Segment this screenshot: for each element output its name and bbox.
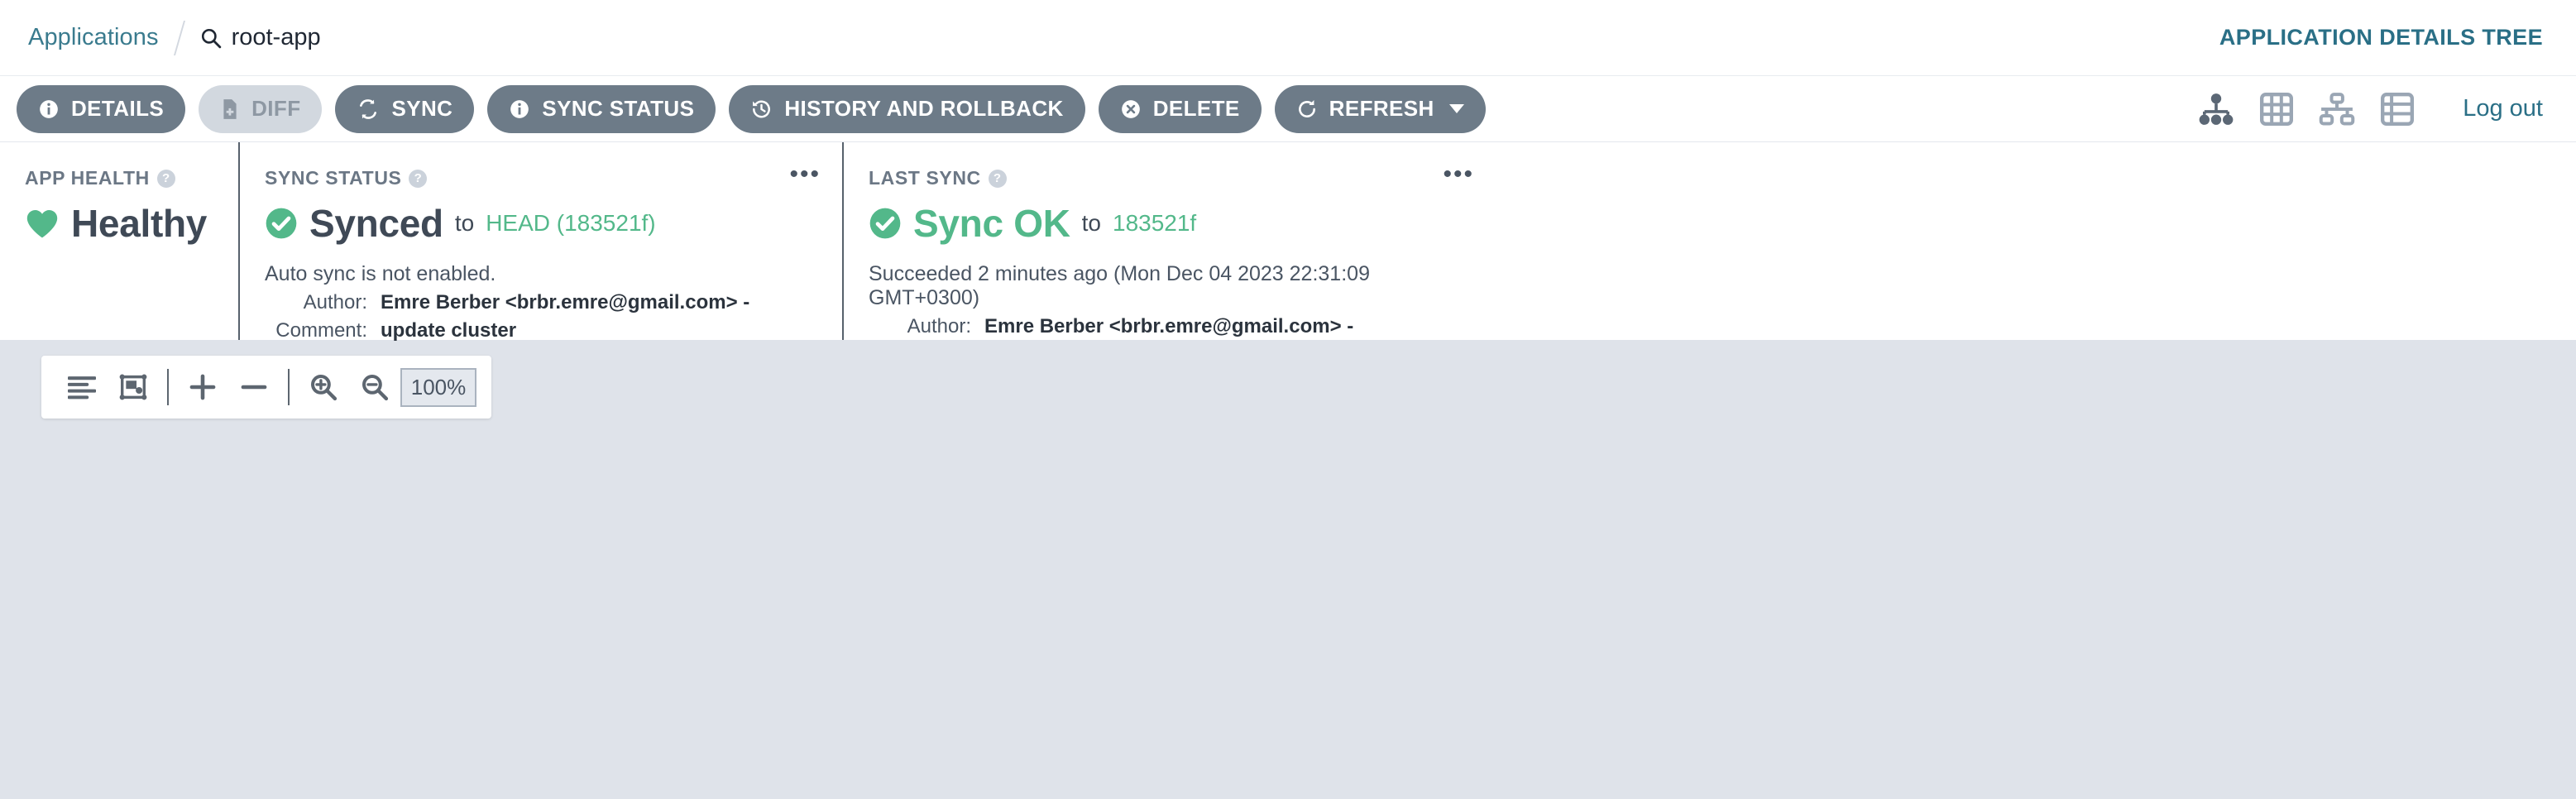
sync-status-button[interactable]: SYNC STATUS xyxy=(487,84,716,133)
last-sync-menu-button[interactable]: ••• xyxy=(1443,162,1474,187)
last-sync-note: Succeeded 2 minutes ago (Mon Dec 04 2023… xyxy=(869,262,1370,309)
history-icon xyxy=(753,100,771,117)
breadcrumb-applications-link[interactable]: Applications xyxy=(28,24,159,51)
sync-button[interactable]: SYNC xyxy=(335,84,475,133)
details-button[interactable]: DETAILS xyxy=(17,84,186,133)
last-sync-title: LAST SYNC ? xyxy=(869,167,1471,189)
filter-lines-icon[interactable] xyxy=(56,361,108,413)
sync-status-author-value: Emre Berber <brbr.emre@gmail.com> - xyxy=(381,291,750,313)
grid-icon[interactable] xyxy=(2259,92,2294,126)
last-sync-title-label: LAST SYNC xyxy=(869,167,981,189)
sync-status-author-row: Author: Emre Berber <brbr.emre@gmail.com… xyxy=(265,291,817,314)
toolbar-divider xyxy=(288,369,290,405)
sync-status-value: Synced xyxy=(309,202,443,245)
history-and-rollback-button[interactable]: HISTORY AND ROLLBACK xyxy=(729,84,1085,133)
refresh-button-label: REFRESH xyxy=(1329,96,1434,121)
app-health-value-row: Healthy xyxy=(25,201,213,246)
sync-status-comment-value: update cluster xyxy=(381,319,517,342)
sync-status-menu-button[interactable]: ••• xyxy=(789,162,821,187)
fit-to-screen-icon[interactable] xyxy=(108,361,159,413)
last-sync-author-value: Emre Berber <brbr.emre@gmail.com> - xyxy=(984,315,1354,337)
view-mode-switcher: Log out xyxy=(2198,92,2543,126)
diff-button[interactable]: DIFF xyxy=(199,84,323,133)
heart-icon xyxy=(26,210,58,238)
sync-status-title-label: SYNC STATUS xyxy=(265,167,402,189)
last-sync-panel: LAST SYNC ? ••• Sync OK to 183521f Succe… xyxy=(842,142,1496,366)
breadcrumb-current-label: root-app xyxy=(231,24,321,50)
sync-status-note: Auto sync is not enabled. xyxy=(265,262,496,285)
sync-status-to-label: to xyxy=(454,210,475,236)
last-sync-to-label: to xyxy=(1081,210,1101,236)
zoom-level-input[interactable] xyxy=(400,367,476,407)
app-health-panel: APP HEALTH ? Healthy xyxy=(0,142,238,340)
help-icon[interactable]: ? xyxy=(156,169,175,188)
app-health-title-label: APP HEALTH xyxy=(25,167,150,189)
sync-status-title: SYNC STATUS ? xyxy=(265,167,817,189)
delete-button-label: DELETE xyxy=(1152,96,1240,121)
zoom-in-plus-icon[interactable] xyxy=(177,361,228,413)
sync-icon xyxy=(360,98,377,119)
magnifier-minus-icon[interactable] xyxy=(349,361,400,413)
app-health-status: Healthy xyxy=(71,202,208,245)
info-icon xyxy=(510,99,529,118)
magnifier-plus-icon[interactable] xyxy=(298,361,349,413)
sync-status-author-key: Author: xyxy=(303,291,367,313)
app-health-title: APP HEALTH ? xyxy=(25,167,213,189)
network-icon[interactable] xyxy=(2319,92,2355,126)
sync-status-comment-key: Comment: xyxy=(275,319,367,342)
check-circle-icon xyxy=(266,208,297,239)
sync-button-label: SYNC xyxy=(391,96,453,121)
history-and-rollback-button-label: HISTORY AND ROLLBACK xyxy=(784,96,1064,121)
sync-status-value-row: Synced to HEAD (183521f) xyxy=(265,201,817,246)
breadcrumb-current: root-app xyxy=(200,24,321,51)
delete-icon xyxy=(1121,99,1140,118)
last-sync-revision-link[interactable]: 183521f xyxy=(1113,210,1196,237)
last-sync-author-row: Author: Emre Berber <brbr.emre@gmail.com… xyxy=(869,315,1471,338)
application-details-tree-title: APPLICATION DETAILS TREE xyxy=(2219,25,2543,50)
refresh-button[interactable]: REFRESH xyxy=(1274,84,1486,133)
diff-button-label: DIFF xyxy=(251,96,301,121)
list-icon[interactable] xyxy=(2380,92,2415,126)
logout-link[interactable]: Log out xyxy=(2463,95,2543,122)
check-circle-icon xyxy=(869,208,901,239)
last-sync-value: Sync OK xyxy=(913,202,1070,245)
last-sync-author-key: Author: xyxy=(907,315,971,337)
sync-status-panel: SYNC STATUS ? ••• Synced to HEAD (183521… xyxy=(238,142,842,342)
zoom-out-minus-icon[interactable] xyxy=(228,361,280,413)
status-strip: APP HEALTH ? Healthy SYNC STATUS ? ••• S… xyxy=(0,142,2576,366)
refresh-icon xyxy=(1298,99,1315,117)
sync-status-button-label: SYNC STATUS xyxy=(542,96,695,121)
help-icon[interactable]: ? xyxy=(409,169,428,188)
help-icon[interactable]: ? xyxy=(988,169,1007,188)
breadcrumb-separator xyxy=(173,20,185,55)
application-tree-canvas: root-app 4 minutes AS guestbook-appset xyxy=(0,341,2576,799)
chevron-down-icon xyxy=(1448,104,1464,113)
breadcrumb-bar: Applications root-app APPLICATION DETAIL… xyxy=(0,0,2576,76)
file-diff-icon xyxy=(223,98,237,119)
sync-status-comment-row: Comment: update cluster xyxy=(265,319,817,342)
delete-button[interactable]: DELETE xyxy=(1098,84,1262,133)
graph-toolbar xyxy=(41,356,491,419)
action-toolbar: DETAILS DIFF SYNC SYNC STATUS HISTORY AN… xyxy=(0,76,2576,142)
info-icon xyxy=(40,99,58,118)
details-button-label: DETAILS xyxy=(71,96,165,121)
search-icon xyxy=(201,28,221,48)
sitemap-icon[interactable] xyxy=(2198,93,2234,126)
sync-status-revision-link[interactable]: HEAD (183521f) xyxy=(486,210,655,237)
toolbar-divider xyxy=(167,369,169,405)
last-sync-value-row: Sync OK to 183521f xyxy=(869,201,1471,246)
